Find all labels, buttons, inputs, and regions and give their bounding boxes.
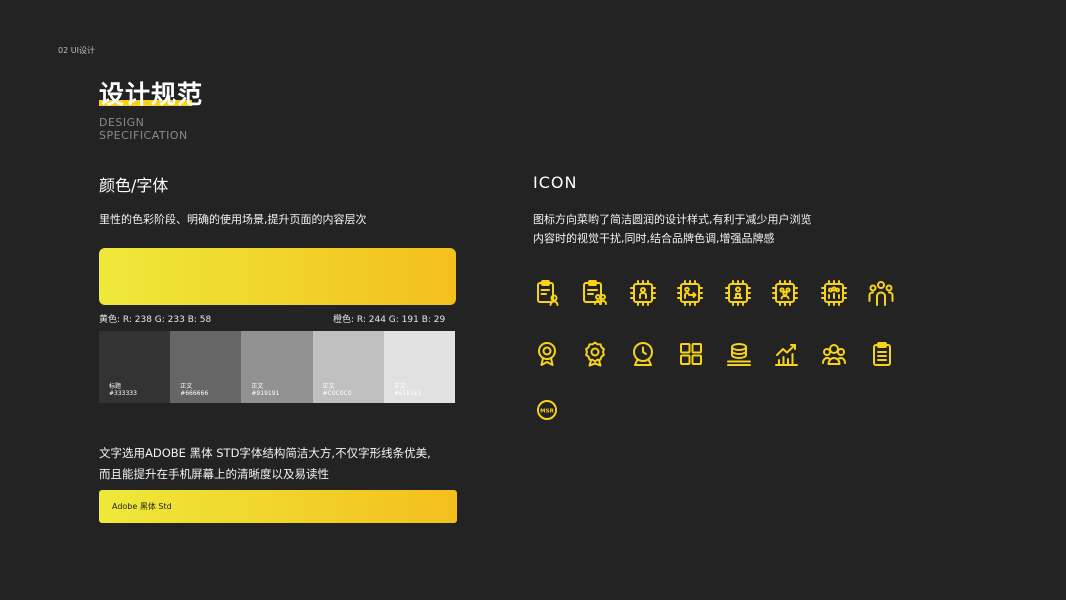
page-subtitle: DESIGN SPECIFICATION	[99, 116, 219, 142]
award-ribbon-icon	[581, 340, 609, 368]
orange-color-label: 橙色: R: 244 G: 191 B: 29	[333, 315, 446, 325]
font-description-line-1: 文字选用ADOBE 黑体 STD字体结构简洁大方,不仅字形线条优美,	[99, 446, 431, 460]
swatch-hex: #333333	[109, 390, 137, 397]
gray-swatches: 标题 #333333 正文 #666666 正文 #919191 正文 #C0C…	[99, 331, 456, 403]
msr-badge-icon: MSR	[533, 396, 561, 424]
chip-user-icon	[629, 279, 657, 307]
coin-stack-icon	[725, 340, 753, 368]
yellow-color-label: 黄色: R: 238 G: 233 B: 58	[99, 315, 212, 325]
swatch-hex: #E1E1E1	[393, 390, 422, 397]
medal-icon	[533, 340, 561, 368]
brand-gradient-bar	[99, 248, 456, 305]
font-description-line-2: 而且能提升在手机屏幕上的清晰度以及易读性	[99, 467, 329, 481]
clipboard-user-icon	[533, 279, 561, 307]
chip-person-icon	[724, 279, 752, 307]
people-group-icon	[867, 279, 895, 307]
icon-heading: ICON	[533, 173, 578, 192]
user-group-icon	[820, 340, 848, 368]
page-number: 02 UI设计	[58, 46, 95, 55]
swatch-hex: #919191	[251, 390, 280, 397]
notepad-icon	[868, 340, 896, 368]
swatch: 正文 #E1E1E1	[383, 331, 456, 403]
swatch-hex: #C0C0C0	[322, 390, 352, 397]
font-description: 文字选用ADOBE 黑体 STD字体结构简洁大方,不仅字形线条优美, 而且能提升…	[99, 443, 431, 485]
icon-description-line-2: 内容时的视觉干扰,同时,结合品牌色调,增强品牌感	[533, 232, 775, 245]
icon-description-line-1: 图标方向菜哟了简洁圆润的设计样式,有利于减少用户浏览	[533, 213, 812, 226]
swatch-name: 标题	[109, 383, 122, 390]
swatch-hex: #666666	[180, 390, 209, 397]
page-title: 设计规范	[99, 80, 204, 109]
award-clock-icon	[629, 340, 657, 368]
swatch-name: 正文	[251, 383, 264, 390]
swatch: 正文 #C0C0C0	[312, 331, 384, 403]
chip-transfer-icon	[676, 279, 704, 307]
swatch-name: 正文	[180, 383, 193, 390]
msr-badge-text: MSR	[540, 409, 554, 415]
swatch: 正文 #666666	[170, 331, 242, 403]
swatch-name: 正文	[393, 383, 406, 390]
font-sample-bar: Adobe 黑体 Std	[99, 490, 457, 523]
color-description: 里性的色彩阶段、明确的使用场景,提升页面的内容层次	[99, 213, 367, 226]
chip-group-icon	[771, 279, 799, 307]
swatch: 正文 #919191	[241, 331, 313, 403]
grid-apps-icon	[677, 340, 705, 368]
subtitle-line-2: SPECIFICATION	[99, 129, 188, 142]
chip-team-icon	[820, 279, 848, 307]
color-font-heading: 颜色/字体	[99, 176, 169, 195]
subtitle-line-1: DESIGN	[99, 116, 145, 129]
swatch-name: 正文	[322, 383, 335, 390]
bar-chart-icon	[772, 340, 800, 368]
icon-description: 图标方向菜哟了简洁圆润的设计样式,有利于减少用户浏览 内容时的视觉干扰,同时,结…	[533, 210, 812, 248]
clipboard-team-icon	[580, 279, 608, 307]
swatch: 标题 #333333	[99, 331, 171, 403]
